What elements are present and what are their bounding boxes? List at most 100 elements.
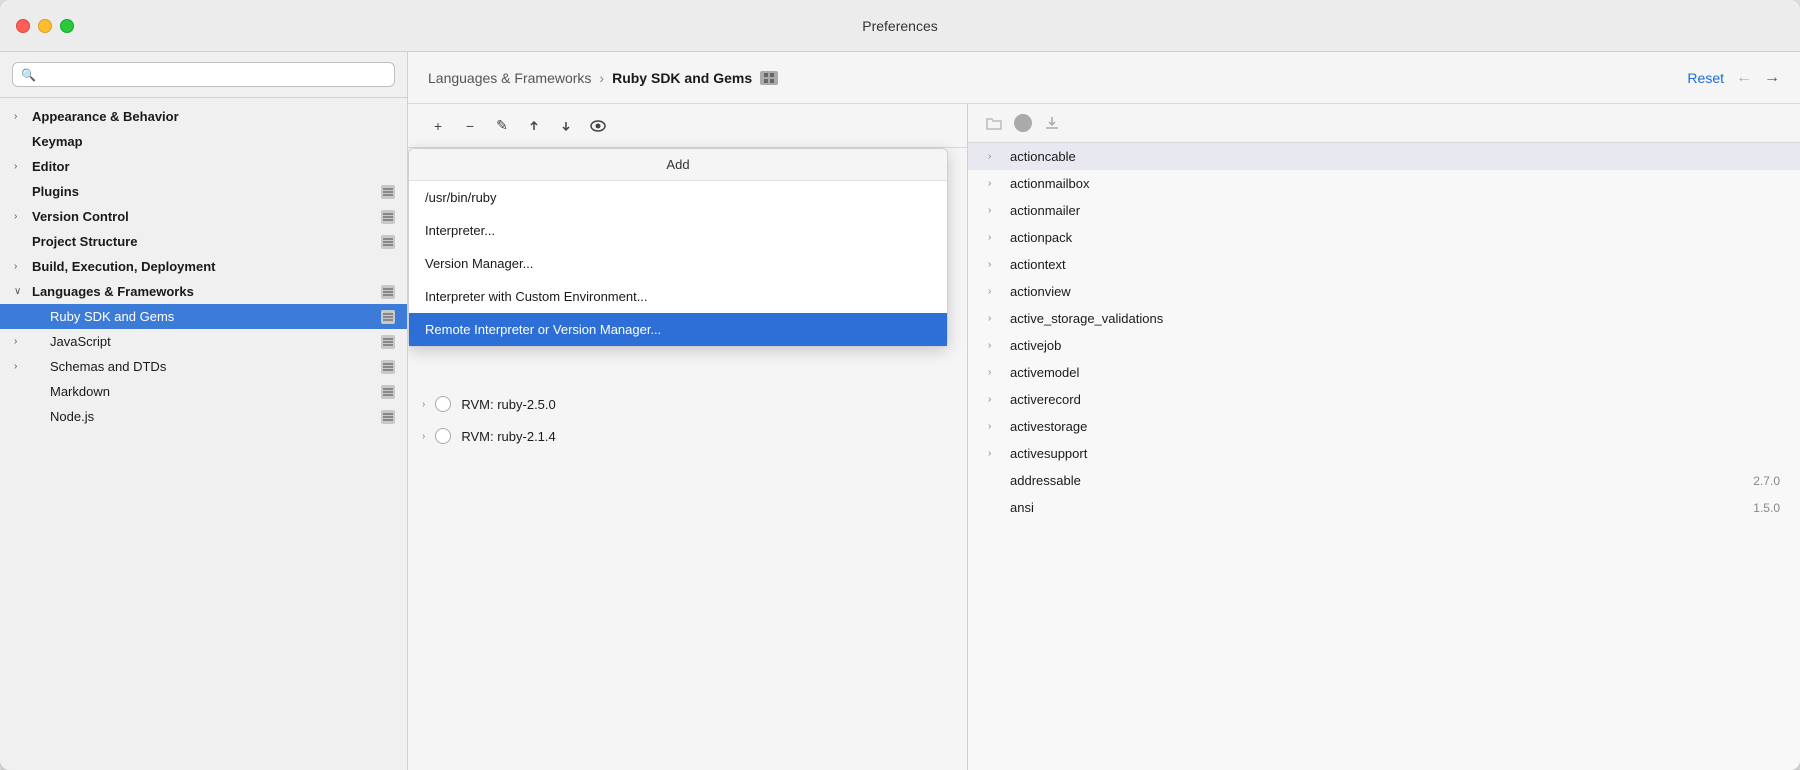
gem-name-actioncable: actioncable bbox=[1010, 149, 1780, 164]
sidebar-badge-markdown bbox=[381, 385, 395, 399]
sidebar-item-javascript[interactable]: › JavaScript bbox=[0, 329, 407, 354]
gem-name-actionpack: actionpack bbox=[1010, 230, 1780, 245]
sidebar-item-project-structure[interactable]: Project Structure bbox=[0, 229, 407, 254]
move-down-button[interactable] bbox=[552, 114, 580, 138]
eye-button[interactable] bbox=[584, 114, 612, 138]
sidebar-item-build[interactable]: ›Build, Execution, Deployment bbox=[0, 254, 407, 279]
dropdown-item-remote-interpreter[interactable]: Remote Interpreter or Version Manager... bbox=[409, 313, 947, 346]
grid-icon bbox=[764, 73, 774, 83]
sidebar-label-project-structure: Project Structure bbox=[32, 234, 381, 249]
sidebar-label-markdown: Markdown bbox=[32, 384, 381, 399]
gem-item-activerecord[interactable]: ›activerecord bbox=[968, 386, 1800, 413]
sidebar-chevron-javascript: › bbox=[14, 336, 26, 347]
gem-item-actioncable[interactable]: › actioncable bbox=[968, 143, 1800, 170]
gem-item-active-storage-validations[interactable]: ›active_storage_validations bbox=[968, 305, 1800, 332]
gem-chevron-actionmailbox: › bbox=[988, 178, 1000, 189]
gem-item-actionview[interactable]: › actionview bbox=[968, 278, 1800, 305]
gem-item-addressable[interactable]: addressable2.7.0 bbox=[968, 467, 1800, 494]
sdk-chevron-rvm-2-5: › bbox=[422, 399, 425, 410]
dropdown-item-version-manager[interactable]: Version Manager... bbox=[409, 247, 947, 280]
left-pane: + − ✎ bbox=[408, 104, 968, 770]
sidebar-item-keymap[interactable]: Keymap bbox=[0, 129, 407, 154]
sidebar-label-build: Build, Execution, Deployment bbox=[32, 259, 395, 274]
sidebar-item-markdown[interactable]: Markdown bbox=[0, 379, 407, 404]
gem-item-actionmailer[interactable]: › actionmailer bbox=[968, 197, 1800, 224]
gem-version-addressable: 2.7.0 bbox=[1753, 474, 1780, 488]
sdk-toolbar: + − ✎ bbox=[408, 104, 967, 148]
dropdown-item-interpreter-custom[interactable]: Interpreter with Custom Environment... bbox=[409, 280, 947, 313]
search-wrap[interactable]: 🔍 bbox=[12, 62, 395, 87]
sidebar-item-ruby-sdk[interactable]: Ruby SDK and Gems bbox=[0, 304, 407, 329]
gem-name-actionmailbox: actionmailbox bbox=[1010, 176, 1780, 191]
dropdown-item-interpreter[interactable]: Interpreter... bbox=[409, 214, 947, 247]
close-button[interactable] bbox=[16, 19, 30, 33]
gem-item-ansi[interactable]: ansi 1.5.0 bbox=[968, 494, 1800, 521]
gem-version-ansi: 1.5.0 bbox=[1753, 501, 1780, 515]
sidebar-label-keymap: Keymap bbox=[32, 134, 395, 149]
move-up-icon bbox=[527, 119, 541, 133]
window-title: Preferences bbox=[862, 18, 937, 34]
gems-download-button[interactable] bbox=[1040, 112, 1064, 134]
gem-name-actionmailer: actionmailer bbox=[1010, 203, 1780, 218]
back-button[interactable]: ← bbox=[1736, 69, 1752, 87]
gem-item-activejob[interactable]: ›activejob bbox=[968, 332, 1800, 359]
gem-item-actionpack[interactable]: › actionpack bbox=[968, 224, 1800, 251]
sdk-label-rvm-2-1: RVM: ruby-2.1.4 bbox=[461, 429, 555, 444]
sidebar-badge-languages bbox=[381, 285, 395, 299]
reset-button[interactable]: Reset bbox=[1687, 70, 1724, 86]
breadcrumb-parent[interactable]: Languages & Frameworks bbox=[428, 70, 591, 86]
gem-name-actiontext: actiontext bbox=[1010, 257, 1780, 272]
sdk-radio-rvm-2-5[interactable] bbox=[435, 396, 451, 412]
gems-list: ›actioncable›actionmailbox›actionmailer›… bbox=[968, 143, 1800, 521]
maximize-button[interactable] bbox=[60, 19, 74, 33]
remove-button[interactable]: − bbox=[456, 114, 484, 138]
gem-item-activesupport[interactable]: ›activesupport bbox=[968, 440, 1800, 467]
gem-chevron-actioncable: › bbox=[988, 151, 1000, 162]
gem-item-actiontext[interactable]: ›actiontext bbox=[968, 251, 1800, 278]
dropdown-item-usr-ruby[interactable]: /usr/bin/ruby bbox=[409, 181, 947, 214]
add-button[interactable]: + bbox=[424, 114, 452, 138]
dropdown-header: Add bbox=[409, 149, 947, 181]
gems-folder-button[interactable] bbox=[982, 112, 1006, 134]
sidebar-badge-ruby-sdk bbox=[381, 310, 395, 324]
sidebar-item-version-control[interactable]: › Version Control bbox=[0, 204, 407, 229]
sidebar-badge-javascript bbox=[381, 335, 395, 349]
gem-item-actionmailbox[interactable]: › actionmailbox bbox=[968, 170, 1800, 197]
gem-name-activemodel: activemodel bbox=[1010, 365, 1780, 380]
edit-button[interactable]: ✎ bbox=[488, 114, 516, 138]
gem-chevron-actionpack: › bbox=[988, 232, 1000, 243]
sidebar-item-appearance[interactable]: ›Appearance & Behavior bbox=[0, 104, 407, 129]
sidebar-label-version-control: Version Control bbox=[32, 209, 381, 224]
sidebar-badge-nodejs bbox=[381, 410, 395, 424]
move-up-button[interactable] bbox=[520, 114, 548, 138]
gem-chevron-actionmailer: › bbox=[988, 205, 1000, 216]
gems-circle-icon bbox=[1014, 114, 1032, 132]
gem-chevron-actionview: › bbox=[988, 286, 1000, 297]
gem-chevron-activestorage: › bbox=[988, 421, 1000, 432]
search-input[interactable] bbox=[42, 67, 386, 82]
sidebar-item-languages[interactable]: ∨Languages & Frameworks bbox=[0, 279, 407, 304]
download-icon bbox=[1045, 116, 1059, 130]
sidebar-chevron-version-control: › bbox=[14, 211, 26, 222]
forward-button[interactable]: → bbox=[1764, 69, 1780, 87]
gem-item-activestorage[interactable]: ›activestorage bbox=[968, 413, 1800, 440]
sidebar-item-schemas[interactable]: ›Schemas and DTDs bbox=[0, 354, 407, 379]
breadcrumb-current: Ruby SDK and Gems bbox=[612, 70, 752, 86]
sidebar-label-javascript: JavaScript bbox=[32, 334, 381, 349]
preferences-window: Preferences 🔍 ›Appearance & Behavior Keym… bbox=[0, 0, 1800, 770]
gem-name-activerecord: activerecord bbox=[1010, 392, 1780, 407]
sidebar-item-editor[interactable]: ›Editor bbox=[0, 154, 407, 179]
gem-chevron-activejob: › bbox=[988, 340, 1000, 351]
gem-name-ansi: ansi bbox=[1010, 500, 1743, 515]
add-dropdown: Add /usr/bin/rubyInterpreter...Version M… bbox=[408, 148, 948, 347]
sidebar-item-plugins[interactable]: Plugins bbox=[0, 179, 407, 204]
minimize-button[interactable] bbox=[38, 19, 52, 33]
sidebar-item-nodejs[interactable]: Node.js bbox=[0, 404, 407, 429]
sdk-item-rvm-2-1[interactable]: ›RVM: ruby-2.1.4 bbox=[408, 420, 967, 452]
sdk-item-rvm-2-5[interactable]: ›RVM: ruby-2.5.0 bbox=[408, 388, 967, 420]
sidebar-label-schemas: Schemas and DTDs bbox=[32, 359, 381, 374]
gem-name-actionview: actionview bbox=[1010, 284, 1780, 299]
sdk-radio-rvm-2-1[interactable] bbox=[435, 428, 451, 444]
gem-item-activemodel[interactable]: ›activemodel bbox=[968, 359, 1800, 386]
sidebar-chevron-editor: › bbox=[14, 161, 26, 172]
